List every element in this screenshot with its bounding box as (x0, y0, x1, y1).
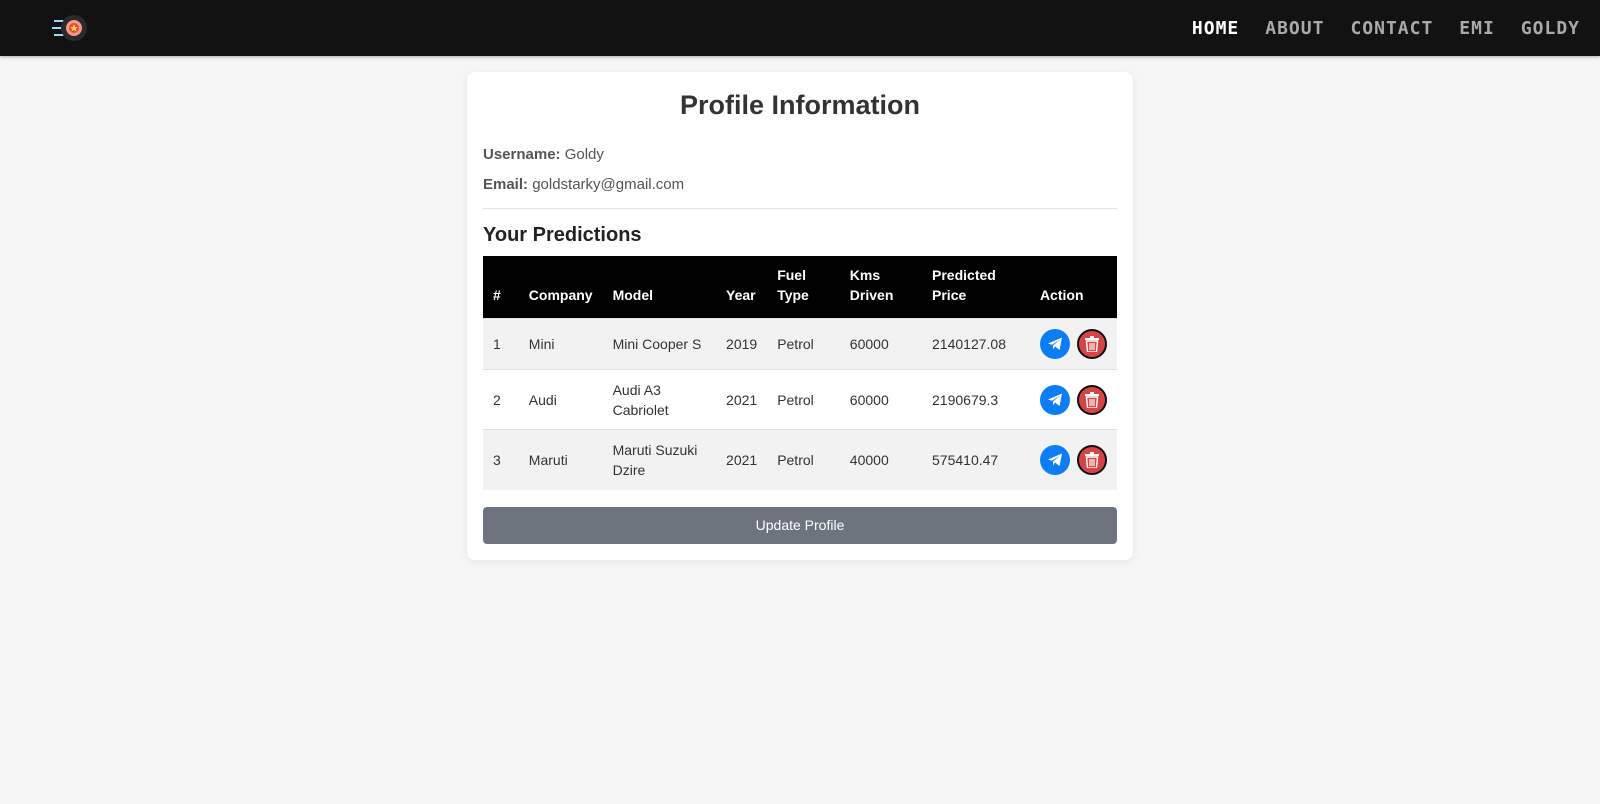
update-profile-button[interactable]: Update Profile (483, 506, 1117, 544)
cell-company: Maruti (528, 451, 568, 468)
email-value: goldstarky@gmail.com (532, 176, 685, 193)
table-row: 2 Audi Audi A3 Cabriolet 2021 Petrol 600… (483, 369, 1117, 430)
paper-plane-icon (1047, 393, 1062, 406)
cell-number: 1 (493, 336, 501, 352)
nav-about[interactable]: ABOUT (1265, 18, 1324, 39)
cell-kms-driven: 40000 (849, 451, 889, 468)
trash-icon (1084, 391, 1099, 408)
cell-year: 2021 (726, 451, 758, 468)
col-header-number: # (493, 287, 501, 303)
username-row: Username: Goldy (483, 146, 1117, 163)
cell-fuel-type: Petrol (777, 391, 814, 408)
paper-plane-icon (1047, 453, 1062, 466)
cell-year: 2021 (726, 391, 758, 408)
table-row: 3 Maruti Maruti Suzuki Dzire 2021 Petrol… (483, 429, 1117, 490)
logo[interactable] (52, 8, 92, 48)
nav-user-goldy[interactable]: GOLDY (1521, 18, 1580, 39)
cell-predicted-price: 2190679.3 (932, 391, 999, 408)
cell-model: Maruti Suzuki Dzire (612, 441, 698, 478)
cell-actions (1030, 319, 1117, 370)
col-header-action: Action (1039, 287, 1084, 303)
cell-actions (1030, 370, 1117, 430)
nav-home[interactable]: HOME (1192, 18, 1239, 39)
cell-model: Mini Cooper S (612, 336, 702, 352)
username-label: Username: (483, 146, 561, 163)
cell-actions (1030, 430, 1117, 490)
send-button[interactable] (1039, 384, 1070, 415)
send-button[interactable] (1039, 329, 1070, 359)
delete-button[interactable] (1076, 384, 1107, 415)
cell-kms-driven: 60000 (849, 391, 889, 408)
send-button[interactable] (1039, 444, 1070, 475)
table-header-row: # Company Model Year Fuel Type Kms Drive… (483, 256, 1117, 319)
profile-card: Profile Information Username: Goldy Emai… (467, 72, 1133, 560)
predictions-title: Your Predictions (483, 224, 642, 246)
cell-kms-driven: 60000 (849, 336, 889, 352)
email-row: Email: goldstarky@gmail.com (483, 176, 1117, 193)
col-header-year: Year (726, 287, 756, 303)
cell-predicted-price: 575410.47 (932, 451, 999, 468)
col-header-company: Company (528, 287, 593, 303)
col-header-kms-driven: Kms Driven (849, 267, 894, 303)
cell-fuel-type: Petrol (777, 336, 814, 352)
nav-contact[interactable]: CONTACT (1350, 18, 1433, 39)
delete-button[interactable] (1076, 329, 1107, 359)
delete-button[interactable] (1076, 444, 1107, 475)
cell-year: 2019 (726, 336, 758, 352)
nav-emi[interactable]: EMI (1459, 18, 1495, 39)
page-title: Profile Information (679, 90, 920, 120)
trash-icon (1084, 336, 1099, 352)
cell-predicted-price: 2140127.08 (932, 336, 1006, 352)
predictions-table: # Company Model Year Fuel Type Kms Drive… (483, 256, 1117, 490)
divider (483, 208, 1117, 209)
cell-company: Mini (528, 336, 555, 352)
paper-plane-icon (1047, 337, 1062, 350)
col-header-predicted-price: Predicted Price (932, 267, 996, 303)
nav-links: HOME ABOUT CONTACT EMI GOLDY (1192, 18, 1580, 39)
cell-number: 2 (493, 391, 501, 408)
speed-wheel-logo-icon (52, 15, 87, 41)
navbar: HOME ABOUT CONTACT EMI GOLDY (0, 0, 1600, 56)
trash-icon (1084, 451, 1099, 468)
col-header-fuel-type: Fuel Type (777, 267, 809, 303)
col-header-model: Model (612, 287, 654, 303)
cell-fuel-type: Petrol (777, 451, 814, 468)
table-row: 1 Mini Mini Cooper S 2019 Petrol 60000 2… (483, 318, 1117, 370)
cell-model: Audi A3 Cabriolet (612, 381, 669, 418)
email-label: Email: (483, 176, 529, 193)
cell-number: 3 (493, 451, 501, 468)
cell-company: Audi (528, 391, 557, 408)
username-value: Goldy (564, 146, 604, 163)
